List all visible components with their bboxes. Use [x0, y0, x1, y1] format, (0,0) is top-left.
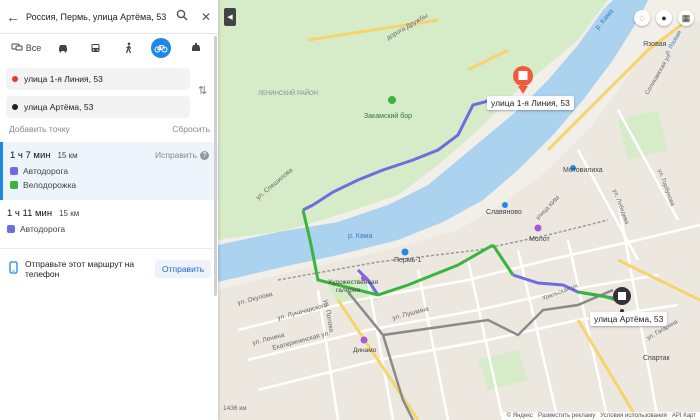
- map-label: Славяново: [486, 209, 522, 216]
- segment-row: Велодорожка: [3, 178, 218, 192]
- mode-transit-button[interactable]: [79, 38, 112, 58]
- grid-icon[interactable]: ▦: [678, 10, 694, 26]
- map-label: галерея: [336, 287, 360, 294]
- map-label: р. Кама: [348, 233, 373, 240]
- profile-icon[interactable]: ●: [656, 10, 672, 26]
- route-option-1[interactable]: 1 ч 7 мин 15 км Исправить ? Автодорога В…: [0, 142, 218, 200]
- send-to-phone-text: Отправьте этот маршрут на телефон: [25, 258, 135, 279]
- map-label: ЛЕНИНСКИЙ РАЙОН: [258, 89, 318, 97]
- map-area[interactable]: Закамский бор ЛЕНИНСКИЙ РАЙОН дорога Дру…: [218, 0, 700, 420]
- search-bar: ← Россия, Пермь, улица Артёма, 53 ✕: [0, 0, 218, 34]
- segment-label: Велодорожка: [23, 180, 77, 190]
- station-poi-icon[interactable]: [401, 248, 409, 256]
- help-icon[interactable]: ?: [200, 150, 209, 160]
- swap-icon[interactable]: ⇅: [198, 84, 207, 97]
- reset-link[interactable]: Сбросить: [172, 124, 210, 134]
- origin-value: улица 1-я Линия, 53: [24, 74, 103, 84]
- end-callout[interactable]: улица Артёма, 53: [590, 312, 668, 326]
- destination-dot-icon: [12, 104, 18, 110]
- segment-label: Автодорога: [23, 166, 69, 176]
- park-poi-icon[interactable]: [388, 96, 396, 104]
- segment-row: Автодорога: [0, 222, 218, 236]
- start-callout[interactable]: улица 1-я Линия, 53: [487, 96, 574, 110]
- transport-modes: Все: [6, 38, 212, 58]
- fix-route-button[interactable]: Исправить ?: [155, 150, 209, 160]
- map-canvas[interactable]: Закамский бор ЛЕНИНСКИЙ РАЙОН дорога Дру…: [218, 0, 700, 420]
- search-input[interactable]: Россия, Пермь, улица Артёма, 53: [26, 12, 170, 22]
- phone-icon: [9, 260, 25, 277]
- api-link[interactable]: API Карт: [672, 413, 696, 419]
- origin-field[interactable]: улица 1-я Линия, 53: [6, 68, 190, 90]
- route-panel: ← Россия, Пермь, улица Артёма, 53 ✕ Все: [0, 0, 218, 420]
- road-segment-icon: [10, 167, 18, 175]
- add-point-link[interactable]: Добавить точку: [9, 124, 70, 134]
- poi-icon[interactable]: [502, 202, 508, 208]
- map-label: Художественная: [328, 279, 379, 286]
- car-bus-icon: [11, 42, 23, 55]
- send-to-phone: Отправьте этот маршрут на телефон Отправ…: [0, 248, 218, 288]
- map-label: 1436 км: [223, 405, 247, 412]
- mode-taxi-button[interactable]: [179, 38, 212, 58]
- send-button[interactable]: Отправить: [155, 259, 212, 278]
- mode-car-button[interactable]: [46, 38, 79, 58]
- mode-bike-button[interactable]: [151, 38, 171, 58]
- pedestrian-icon: [125, 42, 131, 54]
- map-top-controls: ◌ ● ▦: [634, 10, 694, 26]
- map-label: Мотовилиха: [563, 167, 603, 174]
- origin-dot-icon: [12, 76, 18, 82]
- search-icon[interactable]: [170, 9, 194, 24]
- segment-label: Автодорога: [20, 224, 66, 234]
- road-segment-icon: [7, 225, 15, 233]
- segment-row: Автодорога: [3, 164, 218, 178]
- copyright-text: © Яндекс: [506, 413, 533, 419]
- poi-icon[interactable]: [360, 336, 368, 344]
- map-label: Молот: [529, 236, 551, 243]
- destination-value: улица Артёма, 53: [24, 102, 94, 112]
- map-label: Язовая: [643, 41, 667, 48]
- collapse-panel-button[interactable]: ◀: [224, 8, 236, 26]
- layers-icon[interactable]: ◌: [634, 10, 650, 26]
- bicycle-icon: [154, 45, 168, 53]
- mode-all-button[interactable]: Все: [6, 38, 46, 58]
- bike-lane-segment-icon: [10, 181, 18, 189]
- route-time: 1 ч 11 мин: [7, 208, 53, 219]
- back-arrow-icon[interactable]: ←: [0, 9, 26, 25]
- route-option-2[interactable]: 1 ч 11 мин 15 км Автодорога: [0, 200, 218, 246]
- map-label: Закамский бор: [364, 112, 412, 120]
- mode-all-label: Все: [25, 43, 42, 53]
- terms-link[interactable]: Условия использования: [600, 413, 667, 419]
- map-footer: © Яндекс Разместить рекламу Условия испо…: [502, 412, 700, 420]
- route-distance: 15 км: [57, 151, 78, 160]
- taxi-icon: [191, 43, 200, 51]
- destination-field[interactable]: улица Артёма, 53: [6, 96, 190, 118]
- advertise-link[interactable]: Разместить рекламу: [538, 413, 595, 419]
- map-label: Пермь-1: [394, 257, 422, 264]
- map-label: Спартак: [643, 355, 670, 362]
- mode-walk-button[interactable]: [112, 38, 145, 58]
- map-label: Динамо: [353, 347, 377, 354]
- route-time: 1 ч 7 мин: [10, 150, 51, 161]
- close-icon[interactable]: ✕: [194, 10, 218, 24]
- route-actions: Добавить точку Сбросить: [9, 124, 210, 134]
- route-distance: 15 км: [59, 209, 80, 218]
- fix-route-label: Исправить: [154, 150, 197, 160]
- car-icon: [58, 45, 67, 53]
- panel-scrollbar[interactable]: [214, 36, 217, 296]
- bus-icon: [91, 43, 100, 52]
- poi-icon[interactable]: [534, 224, 542, 232]
